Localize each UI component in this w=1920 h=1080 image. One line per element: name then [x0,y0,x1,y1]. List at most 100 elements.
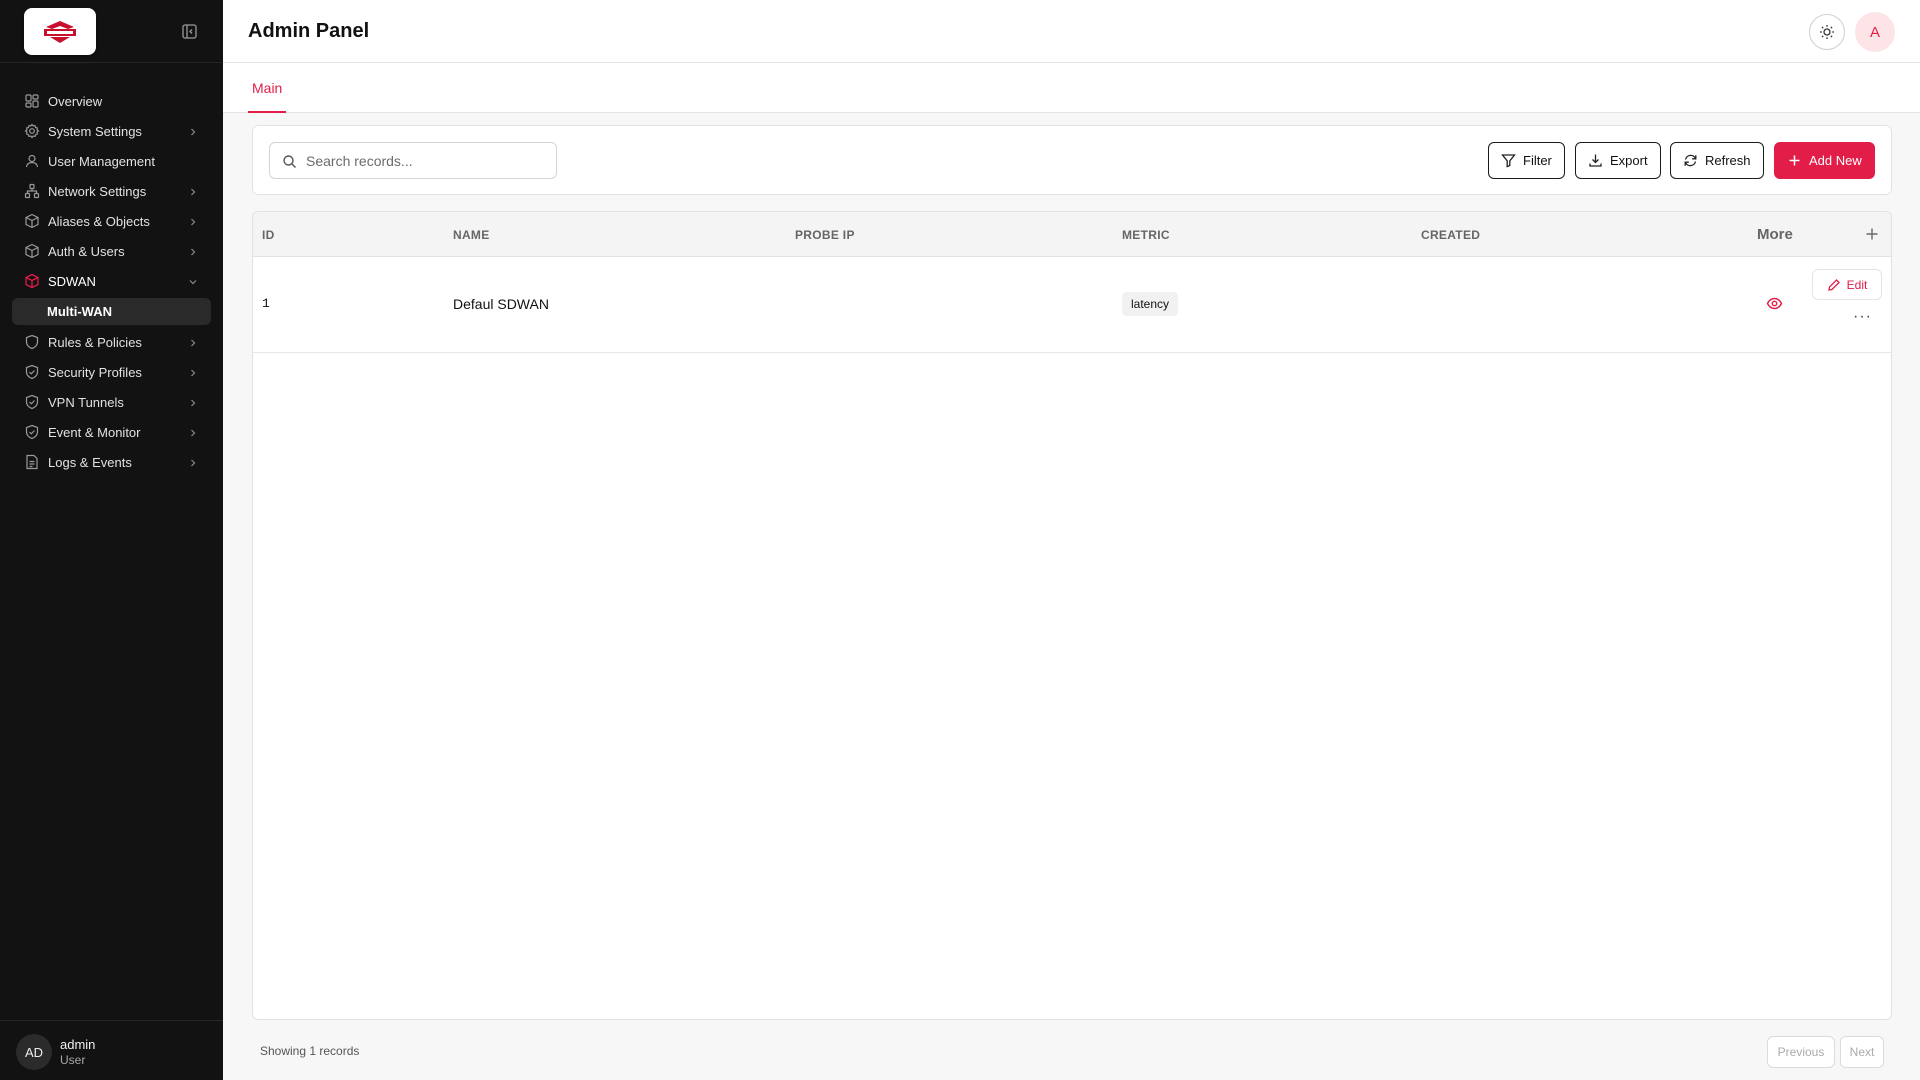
sidebar-item-network-settings[interactable]: Network Settings [0,176,223,206]
box-icon [24,273,40,289]
toolbar: Filter Export Refresh Add New [252,125,1892,195]
table-header: ID NAME PROBE IP METRIC CREATED More [253,212,1891,257]
next-page-button[interactable]: Next [1840,1036,1884,1068]
chevron-down-icon [188,275,198,285]
gear-icon [24,123,40,139]
box-icon [24,243,40,259]
filter-button[interactable]: Filter [1488,142,1565,179]
sidebar-collapse-icon[interactable] [181,23,198,40]
refresh-icon [1684,154,1697,167]
refresh-button[interactable]: Refresh [1670,142,1764,179]
view-eye-icon[interactable] [1766,295,1783,312]
add-new-label: Add New [1809,153,1862,168]
metric-badge: latency [1122,292,1179,316]
shield-icon [24,334,40,350]
chevron-right-icon [188,396,198,407]
search-input[interactable] [306,152,546,169]
sidebar-item-label: Auth & Users [48,243,125,259]
sidebar-user[interactable]: AD admin User [0,1020,223,1080]
column-header-probe-ip[interactable]: PROBE IP [795,228,855,242]
sidebar-item-label: Security Profiles [48,364,142,380]
refresh-label: Refresh [1705,153,1751,168]
more-actions-icon[interactable]: ··· [1853,309,1873,326]
sidebar-item-overview[interactable]: Overview [0,86,223,116]
chevron-right-icon [188,215,198,226]
sidebar-item-logs-events[interactable]: Logs & Events [0,447,223,477]
column-header-name[interactable]: NAME [453,228,490,242]
chevron-right-icon [188,185,198,196]
table-row[interactable]: 1 Defaul SDWAN latency Edit ··· [253,257,1891,353]
chevron-right-icon [188,245,198,256]
plus-icon [1789,155,1800,166]
user-role: User [60,1053,86,1067]
add-new-button[interactable]: Add New [1774,142,1875,179]
shield-check-icon [24,394,40,410]
pencil-icon [1827,278,1840,291]
cell-id: 1 [262,296,270,311]
sidebar-item-user-management[interactable]: User Management [0,146,223,176]
sidebar: Overview System Settings User Management… [0,0,223,1080]
box-icon [24,213,40,229]
sidebar-item-label: Overview [48,93,103,109]
export-label: Export [1610,153,1648,168]
user-name: admin [60,1037,96,1052]
search-box [269,142,557,179]
search-icon [282,154,297,169]
add-column-icon[interactable] [1865,227,1879,241]
sidebar-nav: Overview System Settings User Management… [0,86,223,477]
network-icon [24,183,40,199]
column-header-more: More [1757,226,1793,243]
column-header-id[interactable]: ID [262,228,275,242]
sidebar-item-event-monitor[interactable]: Event & Monitor [0,417,223,447]
sidebar-item-label: Network Settings [48,183,147,199]
edit-button[interactable]: Edit [1812,269,1882,300]
sidebar-item-aliases-objects[interactable]: Aliases & Objects [0,206,223,236]
column-header-metric[interactable]: METRIC [1122,228,1170,242]
filter-icon [1501,154,1516,168]
chevron-right-icon [188,336,198,347]
tab-main[interactable]: Main [248,63,287,113]
sidebar-item-label: Event & Monitor [48,424,141,440]
user-avatar-button[interactable]: A [1855,12,1895,52]
sidebar-item-label: SDWAN [48,273,96,289]
tab-bar: Main [223,63,1920,113]
sidebar-item-label: Rules & Policies [48,334,142,350]
data-table: ID NAME PROBE IP METRIC CREATED More 1 D… [252,211,1892,1020]
grid-icon [24,93,40,109]
file-icon [24,454,40,470]
previous-page-button[interactable]: Previous [1767,1036,1835,1068]
sidebar-item-system-settings[interactable]: System Settings [0,116,223,146]
sidebar-item-label: VPN Tunnels [48,394,124,410]
brand-logo[interactable] [24,8,96,55]
chevron-right-icon [188,426,198,437]
column-header-created[interactable]: CREATED [1421,228,1480,242]
sidebar-item-label: User Management [48,153,155,169]
sidebar-item-rules-policies[interactable]: Rules & Policies [0,327,223,357]
top-header: Admin Panel A [223,0,1920,63]
chevron-right-icon [188,125,198,136]
export-button[interactable]: Export [1575,142,1661,179]
sidebar-header [0,0,223,63]
shield-check-icon [24,424,40,440]
sidebar-subitem-multi-wan[interactable]: Multi-WAN [12,298,211,325]
filter-label: Filter [1523,153,1552,168]
page-title: Admin Panel [248,20,370,42]
sidebar-item-sdwan[interactable]: SDWAN [0,266,223,296]
edit-label: Edit [1846,277,1868,292]
sidebar-item-auth-users[interactable]: Auth & Users [0,236,223,266]
sidebar-item-label: Logs & Events [48,454,132,470]
cell-name: Defaul SDWAN [453,296,549,312]
user-avatar: AD [16,1034,52,1070]
shield-check-icon [24,364,40,380]
sidebar-item-vpn-tunnels[interactable]: VPN Tunnels [0,387,223,417]
chevron-right-icon [188,366,198,377]
chevron-right-icon [188,456,198,467]
sidebar-item-label: Aliases & Objects [48,213,150,229]
sun-icon [1820,25,1834,39]
download-icon [1589,154,1602,167]
sidebar-item-security-profiles[interactable]: Security Profiles [0,357,223,387]
sidebar-item-label: System Settings [48,123,142,139]
records-count: Showing 1 records [260,1044,360,1058]
theme-toggle-button[interactable] [1809,14,1845,50]
user-icon [24,153,40,169]
